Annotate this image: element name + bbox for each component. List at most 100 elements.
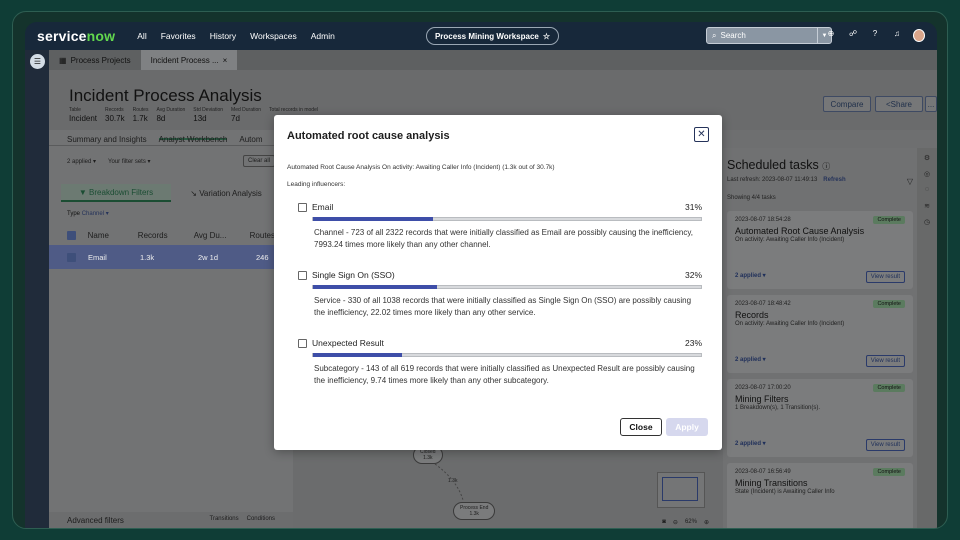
- metric-med-duration: Med Duration 7d: [231, 107, 261, 123]
- view-result-button[interactable]: View result: [865, 271, 905, 283]
- close-button[interactable]: Close: [620, 418, 662, 436]
- influencer-label: Single Sign On (SSO): [312, 270, 395, 280]
- applied-dropdown[interactable]: 2 applied ▾: [735, 272, 766, 279]
- node-process-end[interactable]: Process End 1.3k: [453, 502, 496, 520]
- tab-breakdown-filters[interactable]: ▼ Breakdown Filters: [61, 184, 171, 202]
- conditions-button[interactable]: Conditions: [247, 516, 275, 526]
- advanced-filters-bar: Advanced filters Transitions Conditions: [49, 512, 293, 528]
- refresh-link[interactable]: Refresh: [823, 177, 845, 186]
- influencer-checkbox[interactable]: [298, 202, 307, 212]
- task-desc: On activity: Awaiting Caller Info (Incid…: [735, 237, 845, 243]
- page-title: Incident Process Analysis: [69, 86, 262, 105]
- star-icon[interactable]: ☆: [543, 32, 550, 41]
- bell-icon[interactable]: ♫: [891, 29, 903, 42]
- nav-link-favorites[interactable]: Favorites: [161, 31, 196, 41]
- row-checkbox[interactable]: [67, 252, 76, 262]
- metric-routes: Routes 1.7k: [133, 107, 149, 123]
- share-button[interactable]: < Share: [875, 96, 923, 112]
- select-all-checkbox[interactable]: [67, 230, 76, 240]
- progress-fill: [313, 285, 438, 289]
- zoom-controls: ◙ ⊖ 62% ⊕: [662, 519, 709, 526]
- metric-value: Incident: [69, 114, 98, 123]
- close-icon[interactable]: ×: [223, 56, 228, 65]
- servicenow-logo[interactable]: servicenow: [37, 28, 115, 44]
- task-name: Mining Filters: [735, 394, 789, 404]
- progress-fill: [313, 353, 403, 357]
- status-badge: Complete: [873, 216, 905, 224]
- minimap-viewport[interactable]: [662, 477, 698, 501]
- column-avg-duration[interactable]: Avg Du...: [194, 231, 238, 240]
- influencer-percent: 23%: [684, 338, 702, 348]
- task-card[interactable]: 2023-08-07 18:48:42 Complete Records On …: [727, 295, 913, 373]
- target-icon[interactable]: ◎: [922, 170, 932, 180]
- tab-summary[interactable]: Summary and Insights: [67, 135, 147, 144]
- zoom-out-icon[interactable]: ⊖: [673, 519, 678, 526]
- layers-icon[interactable]: ≋: [922, 202, 932, 212]
- metric-value: 8d: [156, 114, 166, 123]
- zoom-in-icon[interactable]: ⊕: [704, 519, 709, 526]
- cell-name: Email: [88, 252, 107, 262]
- task-card[interactable]: 2023-08-07 17:00:20 Complete Mining Filt…: [727, 379, 913, 457]
- type-value[interactable]: Channel ▾: [82, 211, 109, 217]
- camera-icon[interactable]: ◙: [662, 519, 666, 526]
- filter-sets-dropdown[interactable]: Your filter sets ▾: [108, 158, 150, 165]
- tab-automation[interactable]: Autom: [239, 135, 262, 144]
- metric-label: Routes: [132, 107, 149, 113]
- influencer-description: Service - 330 of all 1038 records that w…: [314, 296, 692, 317]
- influencer-progress-bar: [312, 217, 702, 221]
- chat-icon[interactable]: ☍: [847, 29, 859, 42]
- clear-all-button[interactable]: Clear all: [242, 155, 275, 167]
- table-row[interactable]: Email 1.3k 2w 1d 246: [49, 245, 293, 269]
- search-input[interactable]: ⌕ Search ▼: [706, 27, 832, 44]
- globe-icon[interactable]: ⊕: [825, 29, 837, 42]
- column-routes[interactable]: Routes: [250, 231, 275, 240]
- info-icon[interactable]: ⓘ: [822, 162, 830, 171]
- workspace-pill[interactable]: Process Mining Workspace ☆: [426, 27, 559, 45]
- settings-icon[interactable]: ⚙: [922, 154, 932, 164]
- cell-records: 1.3k: [140, 252, 155, 262]
- tab-process-projects[interactable]: ▦ Process Projects: [49, 50, 141, 70]
- share-label: Share: [890, 99, 913, 109]
- help-icon[interactable]: ?: [869, 29, 881, 42]
- column-records[interactable]: Records: [138, 231, 182, 240]
- applied-filters-dropdown[interactable]: 2 applied ▾: [67, 158, 96, 165]
- tab-incident-process[interactable]: Incident Process ... ×: [140, 50, 238, 70]
- metric-label: Std Deviation: [193, 107, 224, 113]
- workspace-menu-icon[interactable]: ☰: [30, 54, 45, 69]
- more-button[interactable]: ...: [925, 96, 937, 112]
- comment-icon[interactable]: ◌: [922, 186, 932, 196]
- column-name[interactable]: Name: [88, 231, 126, 240]
- view-result-button[interactable]: View result: [865, 355, 905, 367]
- nav-link-history[interactable]: History: [210, 31, 236, 41]
- history-icon[interactable]: ◷: [922, 218, 932, 228]
- compare-button[interactable]: Compare: [823, 96, 871, 112]
- root-cause-modal: Automated root cause analysis ✕ Automate…: [274, 115, 722, 450]
- edge-arrow: [434, 463, 464, 501]
- tab-label: Process Projects: [70, 55, 131, 65]
- tab-analyst-workbench[interactable]: Analyst Workbench: [158, 135, 228, 144]
- influencer-checkbox[interactable]: [298, 338, 307, 348]
- task-card[interactable]: 2023-08-07 18:54:28 Complete Automated R…: [727, 211, 913, 289]
- advanced-filters-label[interactable]: Advanced filters: [67, 516, 124, 526]
- minimap[interactable]: [657, 472, 705, 508]
- influencer-checkbox[interactable]: [298, 270, 307, 280]
- node-count: 1.3k: [423, 455, 433, 461]
- nav-link-workspaces[interactable]: Workspaces: [250, 31, 297, 41]
- nav-link-all[interactable]: All: [137, 31, 146, 41]
- applied-dropdown[interactable]: 2 applied ▾: [735, 356, 766, 363]
- type-selector[interactable]: Type Channel ▾: [49, 202, 293, 225]
- task-card[interactable]: 2023-08-07 16:56:49 Complete Mining Tran…: [727, 463, 913, 528]
- view-result-button[interactable]: View result: [865, 439, 905, 451]
- applied-dropdown[interactable]: 2 applied ▾: [735, 440, 766, 447]
- tab-variation-analysis[interactable]: ↘ Variation Analysis: [171, 184, 281, 202]
- task-desc: 1 Breakdown(s), 1 Transition(s).: [735, 405, 821, 411]
- metric-label: Total records in model: [269, 107, 318, 113]
- nav-link-admin[interactable]: Admin: [311, 31, 335, 41]
- filter-icon[interactable]: ▽: [907, 177, 913, 186]
- close-icon[interactable]: ✕: [694, 127, 709, 142]
- avatar[interactable]: [913, 29, 925, 42]
- leading-influencers-label: Leading influencers:: [287, 181, 346, 188]
- transitions-button[interactable]: Transitions: [210, 516, 239, 526]
- metric-label: Records: [105, 107, 124, 113]
- apply-button[interactable]: Apply: [666, 418, 708, 436]
